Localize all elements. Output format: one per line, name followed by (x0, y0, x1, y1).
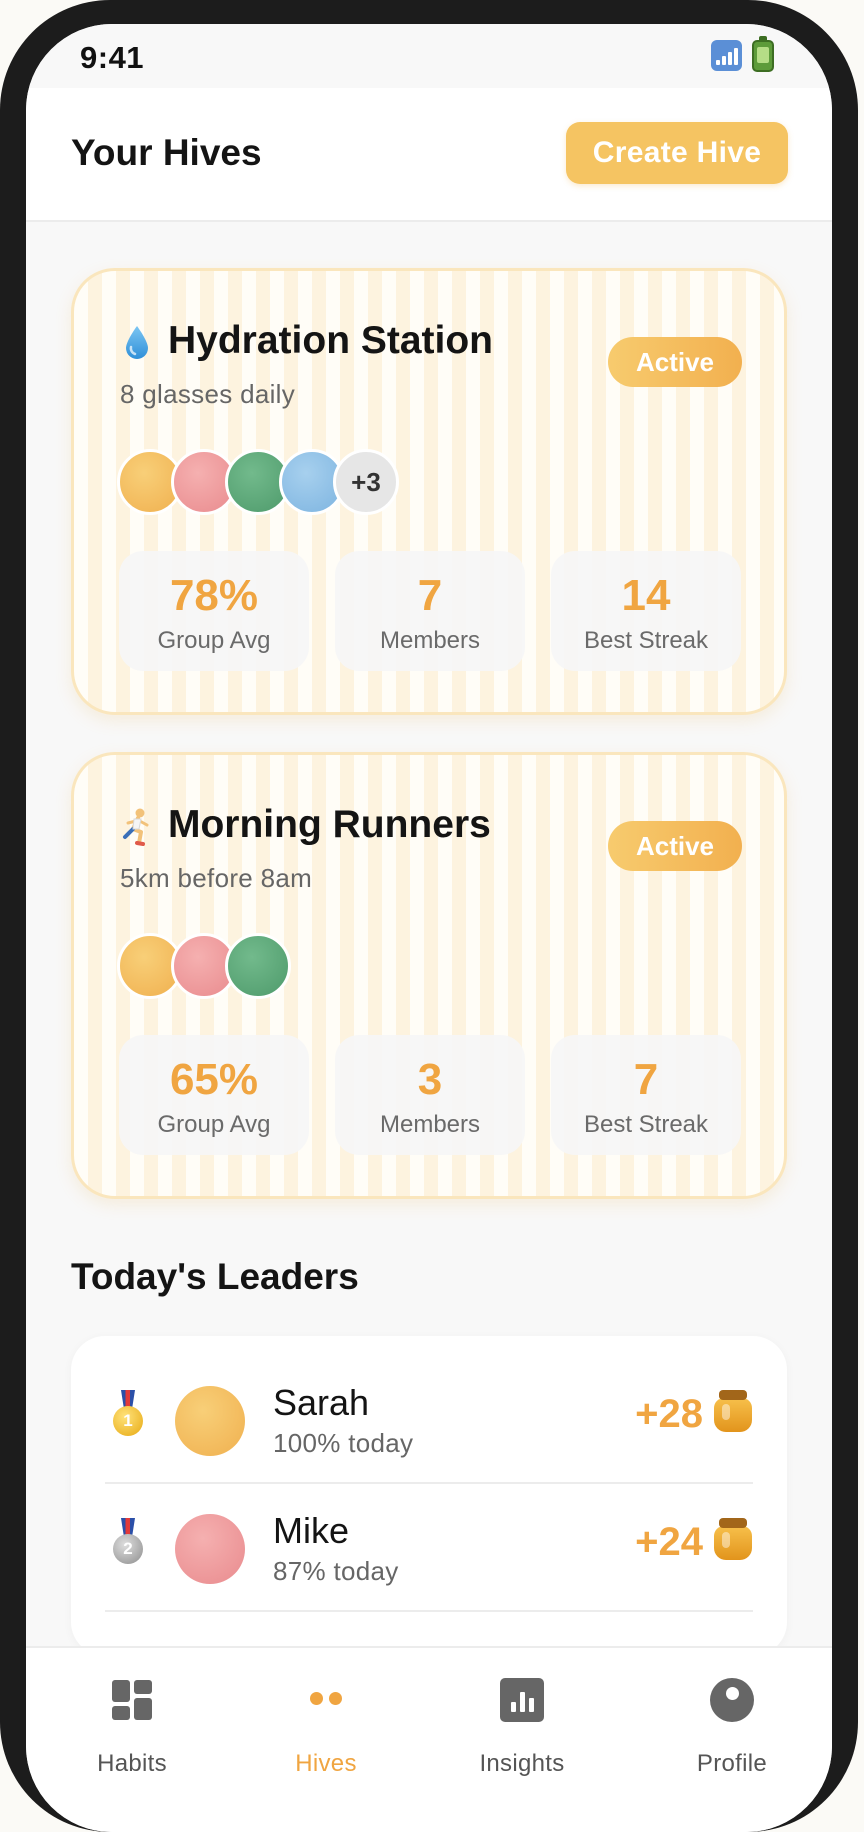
leader-points: +28 (635, 1392, 703, 1436)
stat-label: Group Avg (157, 1111, 271, 1138)
more-members-count: +3 (333, 449, 399, 515)
app-header: Your Hives Create Hive (26, 88, 832, 222)
page-title: Your Hives (71, 132, 262, 173)
water-drop-icon (118, 321, 156, 365)
signal-icon (711, 40, 742, 71)
status-bar: 9:41 (26, 24, 832, 88)
status-badge: Active (608, 821, 742, 871)
hive-name: Hydration Station (168, 319, 494, 362)
nav-item-hives[interactable]: Hives (246, 1678, 406, 1788)
profile-icon (710, 1678, 754, 1722)
stat-label: Best Streak (583, 1111, 709, 1138)
hive-goal: 5km before 8am (120, 863, 313, 893)
device: 9:41 Your Hives Create Hive Hydration St… (0, 0, 864, 1832)
stat-group-avg: 78% Group Avg (119, 551, 309, 671)
stat-label: Best Streak (583, 627, 709, 654)
leader-name: Mike (273, 1510, 350, 1551)
leaders-list: 1 Sarah 100% today +28 2 Mike 87% today … (71, 1336, 787, 1656)
leader-row[interactable]: 2 Mike 87% today +24 (105, 1484, 753, 1612)
leader-points: +24 (635, 1520, 703, 1564)
honey-pot-icon (713, 1390, 753, 1434)
phone-screen: 9:41 Your Hives Create Hive Hydration St… (26, 24, 832, 1832)
stat-best-streak: 7 Best Streak (551, 1035, 741, 1155)
stat-best-streak: 14 Best Streak (551, 551, 741, 671)
bottom-nav: Habits Hives Insights Profile (26, 1646, 832, 1832)
hive-goal: 8 glasses daily (120, 379, 296, 409)
two-dots-icon (304, 1678, 348, 1722)
nav-label: Hives (295, 1750, 357, 1777)
hive-name: Morning Runners (168, 803, 491, 846)
stat-value: 65% (169, 1055, 259, 1104)
stat-value: 7 (417, 571, 443, 620)
gold-medal-icon: 1 (113, 1390, 143, 1438)
dashboard-grid-icon (110, 1678, 154, 1722)
leaders-section-title: Today's Leaders (71, 1256, 359, 1297)
bar-chart-icon (500, 1678, 544, 1722)
status-time: 9:41 (80, 40, 145, 75)
stat-members: 3 Members (335, 1035, 525, 1155)
nav-label: Habits (97, 1750, 167, 1777)
stat-group-avg: 65% Group Avg (119, 1035, 309, 1155)
silver-medal-icon: 2 (113, 1518, 143, 1566)
status-badge: Active (608, 337, 742, 387)
hive-card-morning-runners[interactable]: Morning Runners 5km before 8am Active 65… (71, 752, 787, 1199)
nav-label: Profile (696, 1750, 768, 1777)
stat-label: Members (379, 1111, 481, 1138)
leader-progress: 87% today (273, 1556, 399, 1586)
stat-members: 7 Members (335, 551, 525, 671)
avatar (175, 1514, 245, 1584)
stat-value: 3 (417, 1055, 443, 1104)
avatar (225, 933, 291, 999)
nav-label: Insights (479, 1750, 565, 1777)
stat-label: Members (379, 627, 481, 654)
stat-value: 78% (169, 571, 259, 620)
leader-progress: 100% today (273, 1428, 414, 1458)
battery-icon (752, 36, 774, 72)
nav-item-insights[interactable]: Insights (442, 1678, 602, 1788)
hive-card-hydration-station[interactable]: Hydration Station 8 glasses daily Active… (71, 268, 787, 715)
runner-icon (118, 805, 156, 849)
leader-name: Sarah (273, 1382, 370, 1423)
nav-item-profile[interactable]: Profile (652, 1678, 812, 1788)
status-icons (711, 36, 774, 72)
create-hive-button[interactable]: Create Hive (566, 122, 788, 184)
nav-item-habits[interactable]: Habits (52, 1678, 212, 1788)
stat-value: 7 (633, 1055, 659, 1104)
avatar (175, 1386, 245, 1456)
stat-value: 14 (621, 571, 671, 620)
leader-row[interactable]: 1 Sarah 100% today +28 (105, 1356, 753, 1484)
stat-label: Group Avg (157, 627, 271, 654)
honey-pot-icon (713, 1518, 753, 1562)
